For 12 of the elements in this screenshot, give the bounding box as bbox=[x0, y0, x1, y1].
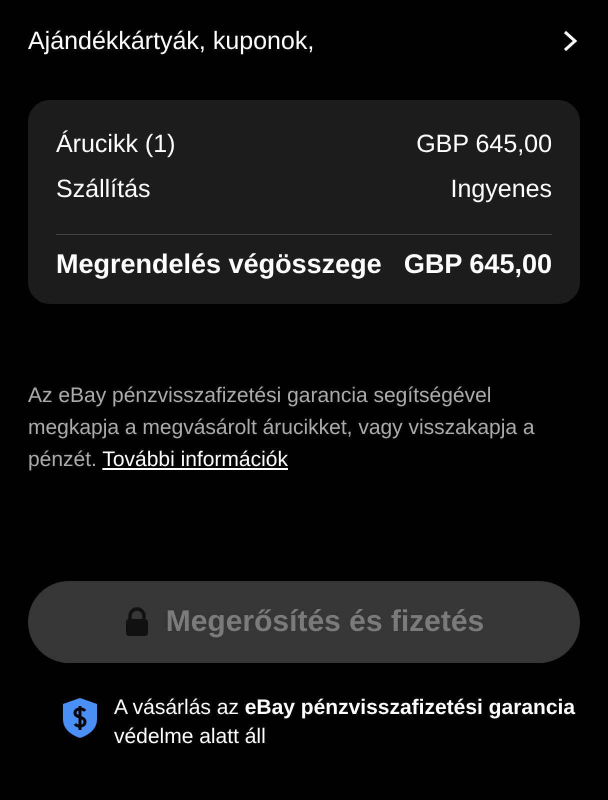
shield-dollar-icon bbox=[62, 697, 98, 739]
summary-value: Ingyenes bbox=[450, 175, 552, 204]
summary-label: Szállítás bbox=[56, 175, 150, 204]
total-label: Megrendelés végösszege bbox=[56, 249, 383, 280]
coupons-label: Ajándékkártyák, kuponok, bbox=[28, 26, 314, 56]
summary-value: GBP 645,00 bbox=[416, 130, 552, 159]
total-value: GBP 645,00 bbox=[404, 249, 552, 280]
more-info-link[interactable]: További információk bbox=[102, 448, 288, 471]
guarantee-note: Az eBay pénzvisszafizetési garancia segítségével megkapja a megvásárolt árucikket, vagy visszakapja a pénzét. További információk bbox=[28, 383, 536, 473]
summary-label: Árucikk (1) bbox=[56, 130, 176, 159]
lock-icon bbox=[124, 607, 150, 637]
protection-note: A vásárlás az eBay pénzvisszafizetési garancia védelme alatt áll bbox=[114, 695, 576, 750]
